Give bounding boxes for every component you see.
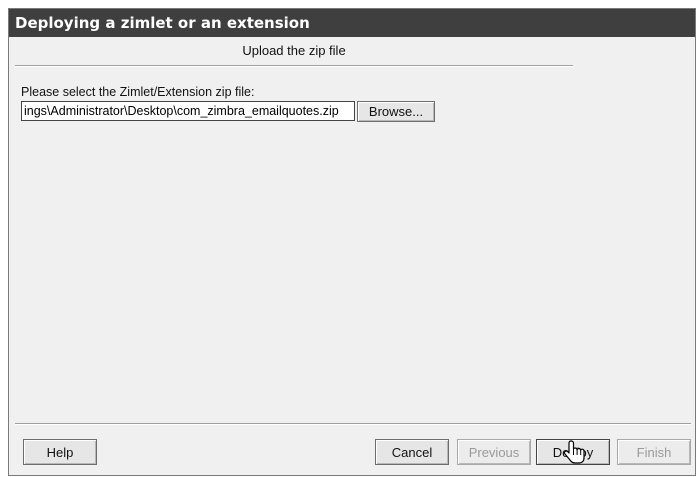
- browse-button[interactable]: Browse...: [357, 101, 435, 122]
- step-title: Upload the zip file: [242, 43, 346, 58]
- help-button[interactable]: Help: [23, 439, 97, 465]
- footer-divider: [15, 423, 691, 425]
- dialog-title: Deploying a zimlet or an extension: [9, 9, 695, 37]
- deploy-zimlet-dialog: Deploying a zimlet or an extension Uploa…: [8, 8, 696, 476]
- previous-button[interactable]: Previous: [457, 439, 531, 465]
- step-divider: [15, 65, 573, 67]
- cancel-button[interactable]: Cancel: [375, 439, 449, 465]
- zip-file-path-input[interactable]: [21, 101, 355, 121]
- finish-button[interactable]: Finish: [617, 439, 691, 465]
- zip-file-label: Please select the Zimlet/Extension zip f…: [21, 85, 255, 99]
- deploy-button[interactable]: Deploy: [536, 439, 610, 465]
